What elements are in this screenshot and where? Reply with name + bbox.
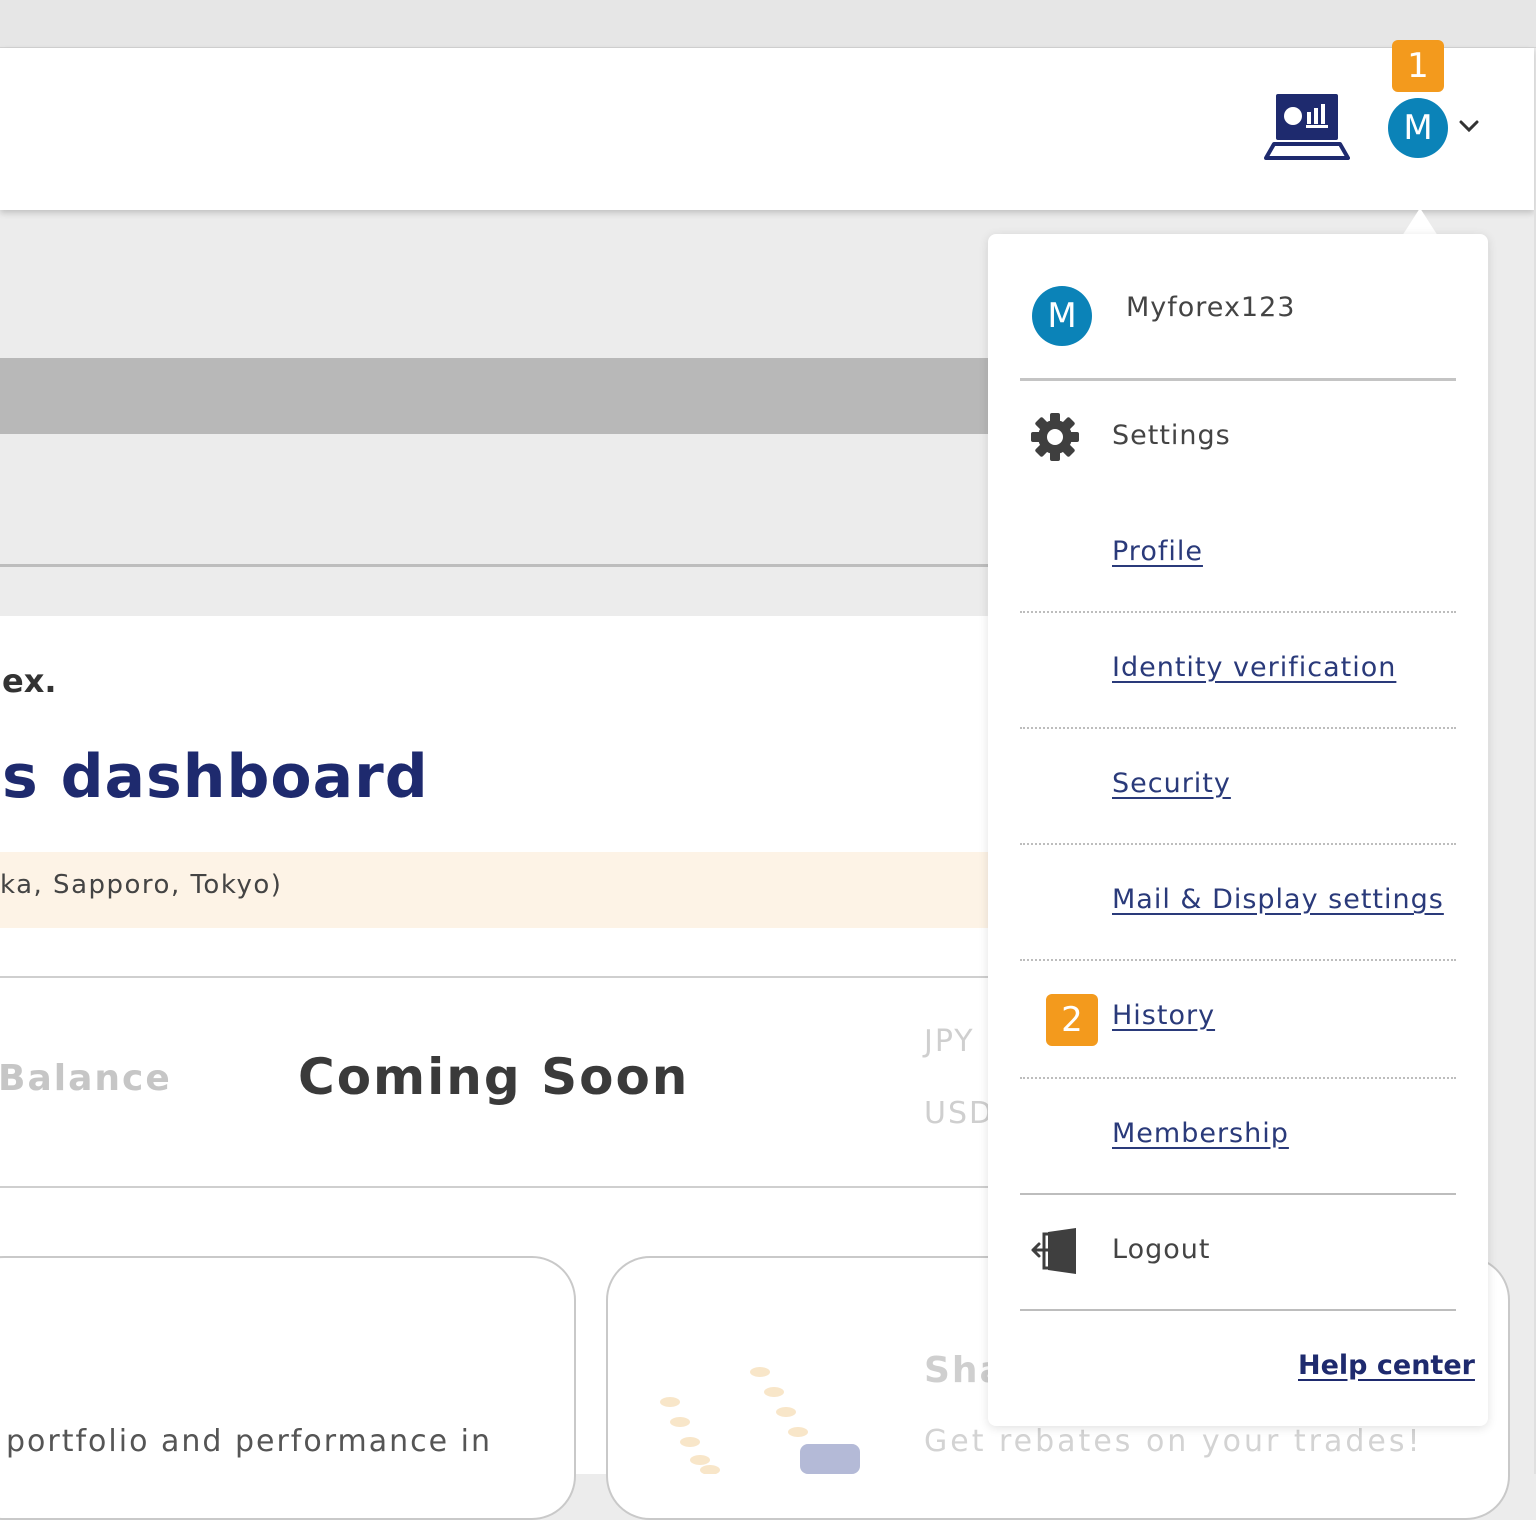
- page-banner-band: [0, 358, 990, 434]
- step-badge-1: 1: [1392, 40, 1444, 92]
- logout-button[interactable]: Logout: [1112, 1234, 1210, 1265]
- help-center-link[interactable]: Help center: [1298, 1350, 1475, 1381]
- portfolio-card[interactable]: [0, 1256, 576, 1520]
- user-avatar-button[interactable]: M: [1388, 98, 1448, 158]
- balance-label: Balance: [0, 1058, 172, 1099]
- page-title: s dashboard: [2, 742, 429, 812]
- divider: [0, 1186, 990, 1188]
- divider: [1020, 1193, 1456, 1195]
- divider: [1020, 378, 1456, 381]
- dropdown-caret: [1402, 208, 1438, 236]
- settings-heading: Settings: [1112, 420, 1231, 451]
- divider: [1020, 727, 1456, 729]
- coming-soon-text: Coming Soon: [298, 1048, 690, 1106]
- divider: [1020, 611, 1456, 613]
- divider: [1020, 959, 1456, 961]
- menu-link-membership[interactable]: Membership: [1112, 1118, 1289, 1149]
- menu-link-history[interactable]: History: [1112, 1000, 1215, 1031]
- chevron-down-icon[interactable]: [1458, 118, 1480, 134]
- divider: [1020, 1309, 1456, 1311]
- divider: [0, 976, 990, 978]
- step-badge-2: 2: [1046, 994, 1098, 1046]
- menu-link-identity-verification[interactable]: Identity verification: [1112, 652, 1396, 683]
- logout-icon[interactable]: [1030, 1224, 1080, 1278]
- desktop-trading-icon[interactable]: [1264, 92, 1350, 164]
- dropdown-username: Myforex123: [1126, 292, 1296, 323]
- menu-link-security[interactable]: Security: [1112, 768, 1231, 799]
- share-card-text: Get rebates on your trades!: [924, 1424, 1423, 1459]
- dropdown-avatar: M: [1032, 286, 1092, 346]
- divider: [1020, 1077, 1456, 1079]
- browser-top-strip: [0, 0, 1536, 48]
- menu-link-mail-display-settings[interactable]: Mail & Display settings: [1112, 884, 1444, 915]
- currency-usd: USD: [924, 1096, 995, 1131]
- divider: [0, 564, 990, 567]
- divider: [1020, 843, 1456, 845]
- currency-jpy: JPY: [924, 1024, 975, 1059]
- menu-link-profile[interactable]: Profile: [1112, 536, 1203, 567]
- coins-illustration: [660, 1367, 860, 1474]
- welcome-text: ex.: [2, 662, 57, 700]
- gear-icon: [1031, 413, 1079, 461]
- notice-text: ka, Sapporo, Tokyo): [0, 870, 283, 900]
- portfolio-card-text: portfolio and performance in: [6, 1424, 492, 1459]
